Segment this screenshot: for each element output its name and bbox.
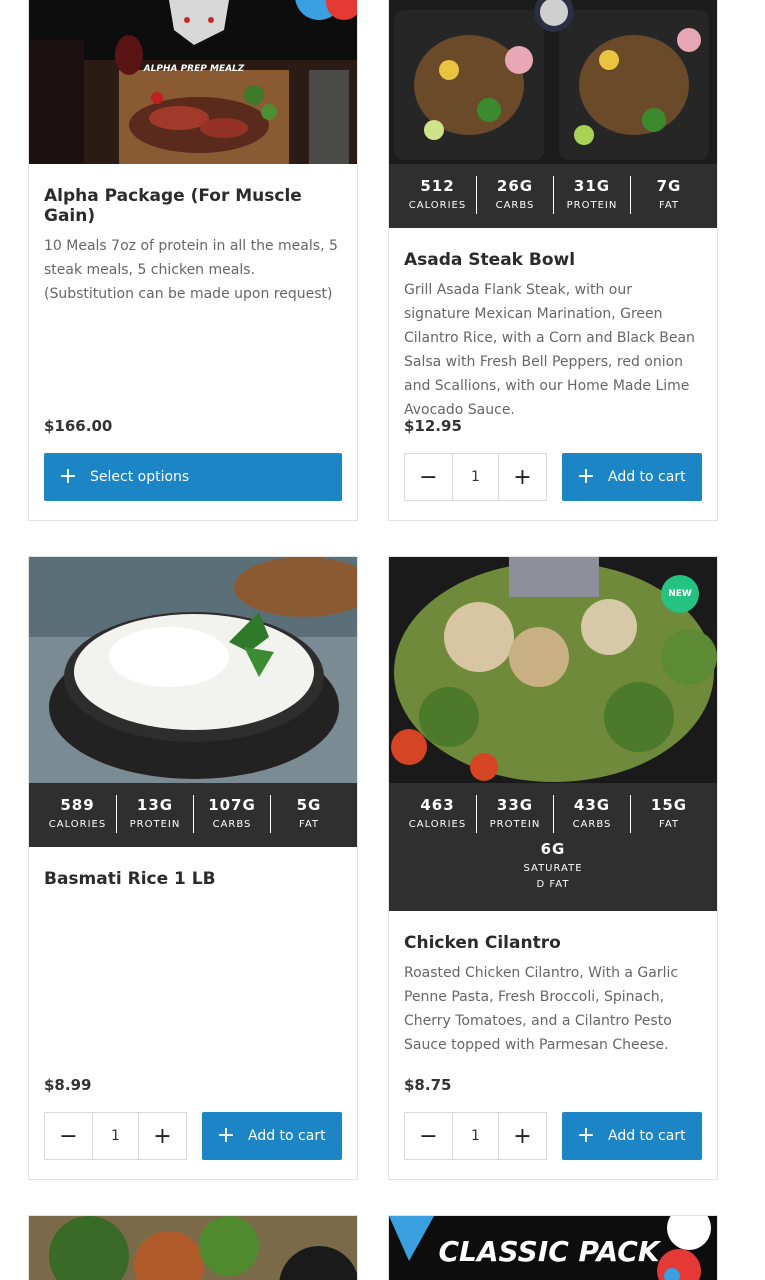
nutrition-saturated-fat: 6G SATURATE D FAT [523,840,583,890]
product-image[interactable] [389,0,717,164]
plus-icon[interactable]: + [139,1113,186,1159]
nutrition-protein: 33G PROTEIN [476,795,553,833]
nutrition-calories: 463 CALORIES [408,796,467,830]
product-description: 10 Meals 7oz of protein in all the meals… [44,238,338,302]
product-title[interactable]: Alpha Package (For Muscle Gain) [44,186,342,226]
add-to-cart-button[interactable]: + Add to cart [562,1112,702,1160]
nutrition-carbs: 43G CARBS [553,795,630,833]
nutrition-fat: 7G FAT [630,176,707,214]
quantity-input[interactable]: 1 [452,454,499,500]
product-card: 512 CALORIES 26G CARBS 31G PROTEIN 7G FA… [388,0,718,521]
plus-icon: + [58,464,78,489]
button-label: Add to cart [608,469,686,485]
product-card: 589 CALORIES 13G PROTEIN 107G CARBS 5G F… [28,556,358,1180]
button-label: Add to cart [608,1128,686,1144]
nutrition-fat: 15G FAT [630,795,707,833]
minus-icon[interactable]: − [45,1113,92,1159]
product-image[interactable]: ALPHA PREP MEALZ [29,0,357,164]
nutrition-protein: 13G PROTEIN [116,795,193,833]
product-image[interactable] [29,557,357,783]
product-image[interactable]: NEW [389,557,717,783]
product-price: $8.75 [404,1076,452,1094]
product-price: $12.95 [404,417,462,435]
quantity-stepper: − 1 + [404,1112,547,1160]
nutrition-panel: 589 CALORIES 13G PROTEIN 107G CARBS 5G F… [29,783,357,847]
product-description: Roasted Chicken Cilantro, With a Garlic … [404,965,679,1053]
banner-text: CLASSIC PACK [438,1235,661,1268]
product-price: $8.99 [44,1076,92,1094]
nutrition-carbs: 107G CARBS [193,795,270,833]
minus-icon[interactable]: − [405,454,452,500]
product-card: CLASSIC PACK [388,1215,718,1280]
nutrition-panel: 512 CALORIES 26G CARBS 31G PROTEIN 7G FA… [389,164,717,228]
product-image[interactable] [29,1216,357,1280]
quantity-input[interactable]: 1 [92,1113,139,1159]
plus-icon: + [576,464,596,489]
plus-icon: + [216,1123,236,1148]
add-to-cart-button[interactable]: + Add to cart [202,1112,342,1160]
product-image[interactable]: CLASSIC PACK [389,1216,717,1280]
nutrition-calories: 589 CALORIES [48,796,107,830]
new-badge: NEW [661,575,699,613]
product-card: ALPHA PREP MEALZ Alpha Package (For Musc… [28,0,358,521]
product-card: NEW 463 CALORIES 33G PROTEIN 43G CARBS 1… [388,556,718,1180]
nutrition-panel: 463 CALORIES 33G PROTEIN 43G CARBS 15G F… [389,783,717,911]
plus-icon[interactable]: + [499,1113,546,1159]
product-price: $166.00 [44,417,113,435]
plus-icon[interactable]: + [499,454,546,500]
quantity-stepper: − 1 + [44,1112,187,1160]
quantity-stepper: − 1 + [404,453,547,501]
button-label: Select options [90,469,190,485]
nutrition-protein: 31G PROTEIN [553,176,630,214]
logo-text: ALPHA PREP MEALZ [143,64,245,74]
select-options-button[interactable]: + Select options [44,453,342,501]
button-label: Add to cart [248,1128,326,1144]
plus-icon: + [576,1123,596,1148]
nutrition-fat: 5G FAT [270,795,347,833]
minus-icon[interactable]: − [405,1113,452,1159]
nutrition-calories: 512 CALORIES [408,177,467,211]
add-to-cart-button[interactable]: + Add to cart [562,453,702,501]
product-title[interactable]: Asada Steak Bowl [404,250,702,270]
product-card [28,1215,358,1280]
nutrition-carbs: 26G CARBS [476,176,553,214]
product-title[interactable]: Chicken Cilantro [404,933,702,953]
product-title[interactable]: Basmati Rice 1 LB [44,869,342,889]
product-description: Grill Asada Flank Steak, with our signat… [404,282,695,418]
quantity-input[interactable]: 1 [452,1113,499,1159]
